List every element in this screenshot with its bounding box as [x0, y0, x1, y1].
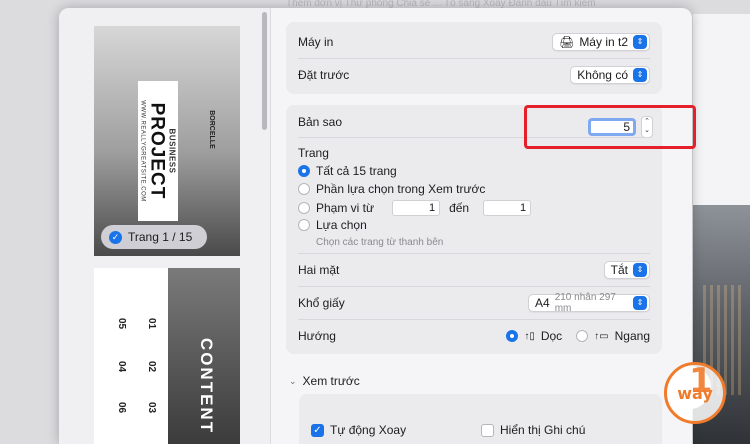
- chevron-updown-icon: ⇕: [633, 263, 647, 277]
- check-icon: ✓: [109, 230, 122, 244]
- pages-label: Trang: [298, 146, 329, 160]
- duplex-label: Hai mặt: [298, 263, 340, 277]
- page-selection-badge[interactable]: ✓ Trang 1 / 15: [101, 225, 207, 249]
- preview-section-header[interactable]: ⌄ Xem trước: [289, 374, 360, 388]
- chevron-updown-icon: ⇕: [633, 68, 647, 82]
- presets-row: Đặt trước Không có ⇕: [298, 64, 650, 86]
- divider: [298, 253, 650, 254]
- print-settings-panel: Máy in 🖨 Máy in t2 ⇕ Đặt trước Không có …: [271, 8, 692, 444]
- radio-icon[interactable]: [298, 183, 310, 195]
- content-page: CONTENT 01 02 03 05 04 06: [94, 268, 240, 444]
- chevron-updown-icon: ⇕: [633, 35, 647, 49]
- pages-option-label: Tất cả 15 trang: [316, 164, 397, 178]
- portrait-icon: ↑▯: [524, 330, 535, 342]
- duplex-value: Tắt: [610, 263, 628, 277]
- orientation-label: Hướng: [298, 329, 336, 343]
- printer-row: Máy in 🖨 Máy in t2 ⇕: [298, 31, 650, 53]
- orientation-row: Hướng ↑▯ Dọc ↑▭ Ngang: [298, 325, 650, 347]
- background-toolbar-text: Thêm đơn vị Thư phòng Chia sẻ ... Tổ sán…: [286, 0, 596, 8]
- orientation-landscape-label: Ngang: [614, 329, 650, 343]
- page-thumbnails-sidebar: BUSINESS PROJECT WWW.REALLYGREATSITE.COM…: [59, 8, 271, 444]
- sidebar-scrollbar[interactable]: [262, 12, 267, 130]
- auto-rotate-label: Tự động Xoay: [330, 423, 407, 437]
- show-notes-label: Hiển thị Ghi chú: [500, 423, 586, 437]
- orientation-options: ↑▯ Dọc ↑▭ Ngang: [506, 329, 650, 343]
- cover-subtitle: BUSINESS: [167, 128, 177, 174]
- content-number: 03: [146, 401, 158, 414]
- presets-label: Đặt trước: [298, 68, 350, 82]
- auto-rotate-option[interactable]: ✓ Tự động Xoay: [311, 423, 406, 437]
- chevron-down-icon: ⌄: [289, 375, 297, 386]
- paper-size-value: A4: [535, 296, 550, 310]
- range-from-input[interactable]: 1: [392, 200, 441, 216]
- range-to-input[interactable]: 1: [483, 200, 532, 216]
- orientation-landscape-radio[interactable]: [576, 330, 589, 342]
- logo-wordmark-icon: way: [677, 383, 713, 403]
- pages-option-custom[interactable]: Lựa chọn: [298, 218, 367, 232]
- radio-icon[interactable]: [298, 219, 310, 231]
- printer-label: Máy in: [298, 35, 334, 49]
- duplex-select[interactable]: Tắt ⇕: [603, 261, 650, 279]
- presets-value: Không có: [577, 68, 628, 82]
- print-sheet: BUSINESS PROJECT WWW.REALLYGREATSITE.COM…: [59, 8, 692, 444]
- paper-size-label: Khổ giấy: [298, 296, 345, 310]
- printer-icon: 🖨: [559, 35, 575, 49]
- pages-option-range[interactable]: Phạm vi từ 1 đến 1: [298, 200, 532, 216]
- orientation-portrait-radio[interactable]: [506, 330, 519, 342]
- pages-option-label: Phạm vi từ: [316, 201, 375, 215]
- copies-label: Bản sao: [298, 115, 343, 129]
- divider: [298, 286, 650, 287]
- presets-select[interactable]: Không có ⇕: [570, 66, 650, 84]
- divider: [298, 58, 650, 59]
- content-number: 02: [146, 360, 158, 373]
- preview-section-label: Xem trước: [302, 374, 360, 388]
- page-count-label: Trang 1 / 15: [128, 230, 193, 244]
- range-to-label: đến: [449, 201, 470, 215]
- landscape-icon: ↑▭: [594, 330, 609, 342]
- content-title: CONTENT: [197, 337, 216, 435]
- radio-icon[interactable]: [298, 202, 310, 214]
- show-notes-option[interactable]: Hiển thị Ghi chú: [481, 423, 585, 437]
- checkbox-checked-icon[interactable]: ✓: [311, 423, 324, 437]
- printer-value: Máy in t2: [579, 35, 628, 49]
- divider: [298, 319, 650, 320]
- cover-brand: BORCELLE: [207, 110, 215, 149]
- cover-image: BUSINESS PROJECT WWW.REALLYGREATSITE.COM…: [94, 26, 240, 256]
- orientation-portrait-label: Dọc: [540, 329, 563, 343]
- content-number: 04: [116, 360, 128, 373]
- duplex-row: Hai mặt Tắt ⇕: [298, 259, 650, 281]
- paper-size-select[interactable]: A4 210 nhân 297 mm ⇕: [528, 292, 650, 314]
- pages-option-selection[interactable]: Phần lựa chọn trong Xem trước: [298, 182, 485, 196]
- chevron-updown-icon: ⇕: [633, 296, 647, 310]
- printer-select[interactable]: 🖨 Máy in t2 ⇕: [552, 33, 650, 51]
- cover-website: WWW.REALLYGREATSITE.COM: [139, 100, 146, 202]
- pages-selection-hint: Chọn các trang từ thanh bên: [316, 237, 444, 248]
- pages-option-all[interactable]: Tất cả 15 trang: [298, 164, 397, 178]
- radio-selected-icon[interactable]: [298, 165, 310, 177]
- checkbox-icon[interactable]: [481, 423, 494, 437]
- paper-size-row: Khổ giấy A4 210 nhân 297 mm ⇕: [298, 292, 650, 314]
- printer-group: Máy in 🖨 Máy in t2 ⇕ Đặt trước Không có …: [286, 22, 662, 94]
- content-number: 05: [116, 317, 128, 330]
- thumbnail-page-1[interactable]: BUSINESS PROJECT WWW.REALLYGREATSITE.COM…: [94, 26, 240, 256]
- pages-option-label: Lựa chọn: [316, 218, 367, 232]
- content-number: 06: [116, 401, 128, 414]
- content-number: 01: [146, 317, 158, 330]
- copies-highlight-box: [524, 105, 696, 149]
- cover-title: PROJECT: [146, 102, 168, 200]
- paper-size-detail: 210 nhân 297 mm: [554, 292, 616, 314]
- pages-option-label: Phần lựa chọn trong Xem trước: [316, 182, 486, 196]
- preview-options-group: ✓ Tự động Xoay Hiển thị Ghi chú: [299, 394, 662, 444]
- watermark-logo: 1 way: [664, 361, 726, 424]
- thumbnail-page-2[interactable]: CONTENT 01 02 03 05 04 06: [94, 268, 240, 444]
